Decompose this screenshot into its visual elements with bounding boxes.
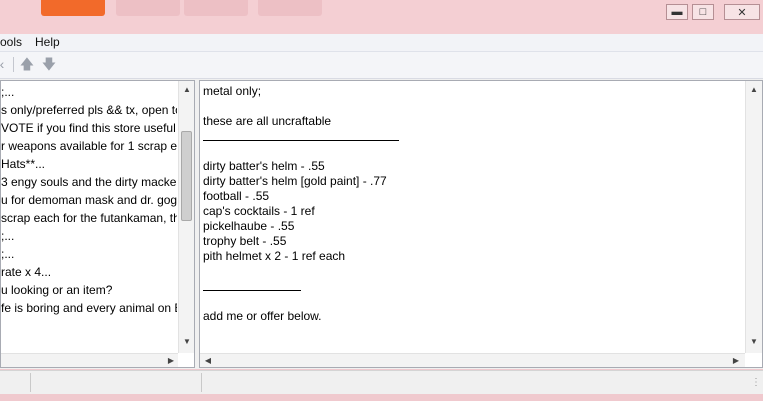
message-list: ;... s only/preferred pls && tx, open to V… [1, 83, 177, 349]
divider-line [203, 279, 741, 294]
body-item-line: dirty batter's helm - .55 [203, 159, 325, 173]
toolbar: ‹ 🡅 🡇 [0, 52, 763, 79]
message-body-panel[interactable]: metal only; these are all uncraftable di… [199, 80, 763, 368]
list-item[interactable]: scrap each for the futankaman, th [1, 209, 177, 227]
status-separator [201, 373, 202, 392]
body-item-line: pickelhaube - .55 [203, 219, 295, 233]
list-item[interactable]: VOTE if you find this store useful [1, 119, 177, 137]
scroll-right-icon[interactable]: ▶ [728, 354, 744, 367]
menu-help[interactable]: Help [35, 35, 60, 49]
window-bottom-frame [0, 394, 763, 401]
divider-line [203, 129, 741, 144]
list-item[interactable]: u for demoman mask and dr. gogg [1, 191, 177, 209]
list-item[interactable]: r weapons available for 1 scrap ea [1, 137, 177, 155]
resize-grip-icon[interactable]: ⋮ [751, 377, 761, 388]
scroll-up-icon[interactable]: ▲ [746, 83, 762, 97]
title-tab-3[interactable] [258, 0, 322, 16]
body-item-line: cap's cocktails - 1 ref [203, 204, 315, 218]
app-menu-button[interactable] [41, 0, 105, 16]
scroll-up-icon[interactable]: ▲ [179, 83, 194, 97]
minimize-icon[interactable]: ▬ [666, 4, 688, 20]
body-item-line: football - .55 [203, 189, 270, 203]
arrow-down-icon[interactable]: 🡇 [41, 56, 57, 72]
menu-tools[interactable]: ools [0, 35, 22, 49]
main-area: ;... s only/preferred pls && tx, open to V… [0, 79, 763, 369]
list-item[interactable]: ;... [1, 83, 177, 101]
scroll-down-icon[interactable]: ▼ [179, 335, 194, 349]
body-line: these are all uncraftable [203, 114, 332, 128]
list-item[interactable]: ;... [1, 245, 177, 263]
status-separator [30, 373, 31, 392]
window-title-bar: ▬ □ ✕ [0, 0, 763, 34]
body-item-line: trophy belt - .55 [203, 234, 287, 248]
message-list-panel: ;... s only/preferred pls && tx, open to V… [0, 80, 195, 368]
list-item[interactable]: 3 engy souls and the dirty macker [1, 173, 177, 191]
scroll-thumb[interactable] [181, 131, 192, 221]
maximize-icon[interactable]: □ [692, 4, 714, 20]
arrow-up-icon[interactable]: 🡅 [19, 56, 35, 72]
toolbar-separator [13, 57, 14, 72]
scroll-right-icon[interactable]: ▶ [163, 354, 179, 367]
list-item[interactable]: s only/preferred pls && tx, open to [1, 101, 177, 119]
body-line: add me or offer below. [203, 309, 322, 323]
list-vertical-scrollbar[interactable]: ▲ ▼ [178, 81, 194, 353]
list-item[interactable]: rate x 4... [1, 263, 177, 281]
body-item-line: dirty batter's helm [gold paint] - .77 [203, 174, 387, 188]
scroll-left-icon[interactable]: ◀ [200, 354, 216, 367]
status-bar: ⋮ [0, 370, 763, 395]
body-horizontal-scrollbar[interactable]: ◀ ▶ [200, 353, 745, 367]
title-tab-2[interactable] [184, 0, 248, 16]
body-line: metal only; [203, 84, 262, 98]
message-body: metal only; these are all uncraftable di… [203, 84, 741, 324]
scroll-down-icon[interactable]: ▼ [746, 335, 762, 349]
item-list: dirty batter's helm - .55 dirty batter's … [203, 159, 741, 264]
list-item[interactable]: fe is boring and every animal on Ea [1, 299, 177, 317]
body-item-line: pith helmet x 2 - 1 ref each [203, 249, 346, 263]
title-tab-1[interactable] [116, 0, 180, 16]
list-item[interactable]: Hats**... [1, 155, 177, 173]
chevron-left-icon[interactable]: ‹ [0, 56, 10, 72]
menu-bar: ools Help [0, 34, 763, 52]
list-item[interactable]: ;... [1, 227, 177, 245]
body-vertical-scrollbar[interactable]: ▲ ▼ [745, 81, 762, 353]
close-icon[interactable]: ✕ [724, 4, 760, 20]
list-item[interactable]: u looking or an item? [1, 281, 177, 299]
list-horizontal-scrollbar[interactable]: ▶ [1, 353, 179, 367]
